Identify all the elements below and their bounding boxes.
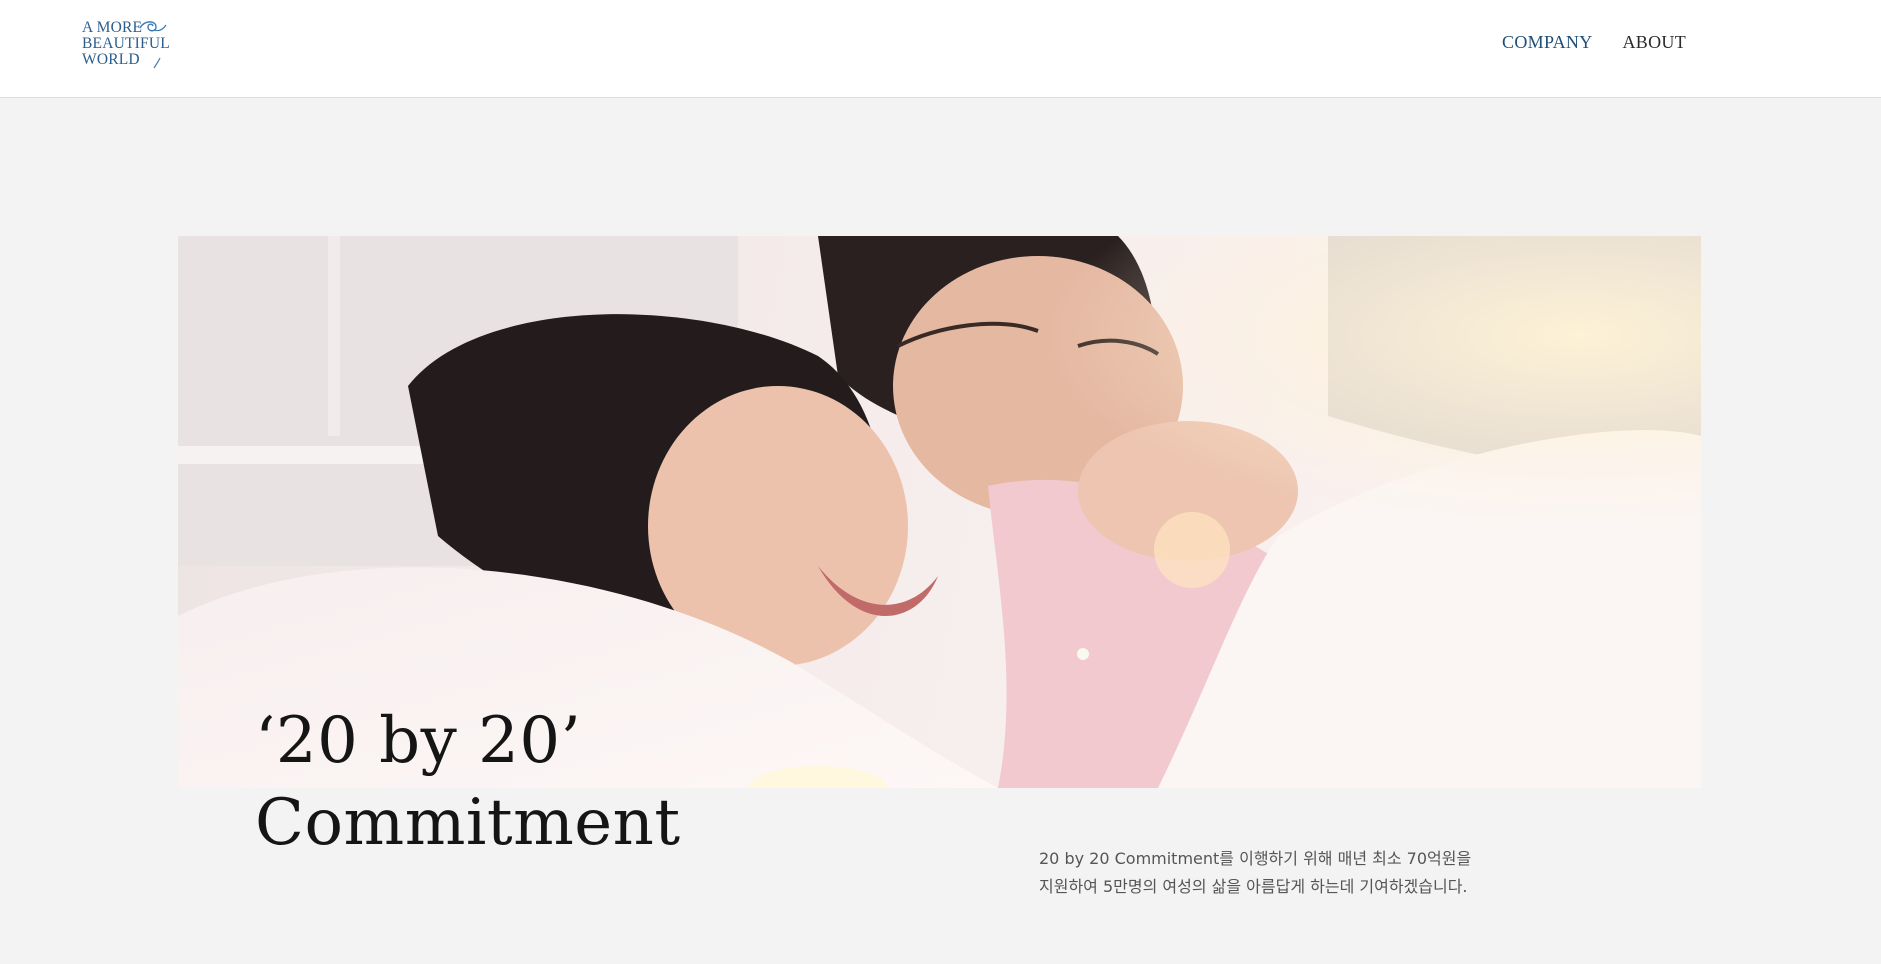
page-title: ‘20 by 20’ Commitment xyxy=(255,700,681,864)
description-line-1: 20 by 20 Commitment를 이행하기 위해 매년 최소 70억원을 xyxy=(1039,849,1472,868)
site-header: A MORE BEAUTIFUL WORLD COMPANY ABOUT xyxy=(0,0,1881,98)
title-line-1: ‘20 by 20’ xyxy=(255,704,582,778)
nav-about[interactable]: ABOUT xyxy=(1623,32,1687,53)
title-line-2: Commitment xyxy=(255,786,681,860)
nav-company[interactable]: COMPANY xyxy=(1502,32,1592,53)
logo-swirl-icon xyxy=(139,21,167,69)
description-line-2: 지원하여 5만명의 여성의 삶을 아름답게 하는데 기여하겠습니다. xyxy=(1039,877,1468,896)
brand-logo[interactable]: A MORE BEAUTIFUL WORLD xyxy=(82,20,192,72)
main-nav: COMPANY ABOUT xyxy=(1502,32,1686,53)
description: 20 by 20 Commitment를 이행하기 위해 매년 최소 70억원을… xyxy=(1039,845,1559,901)
